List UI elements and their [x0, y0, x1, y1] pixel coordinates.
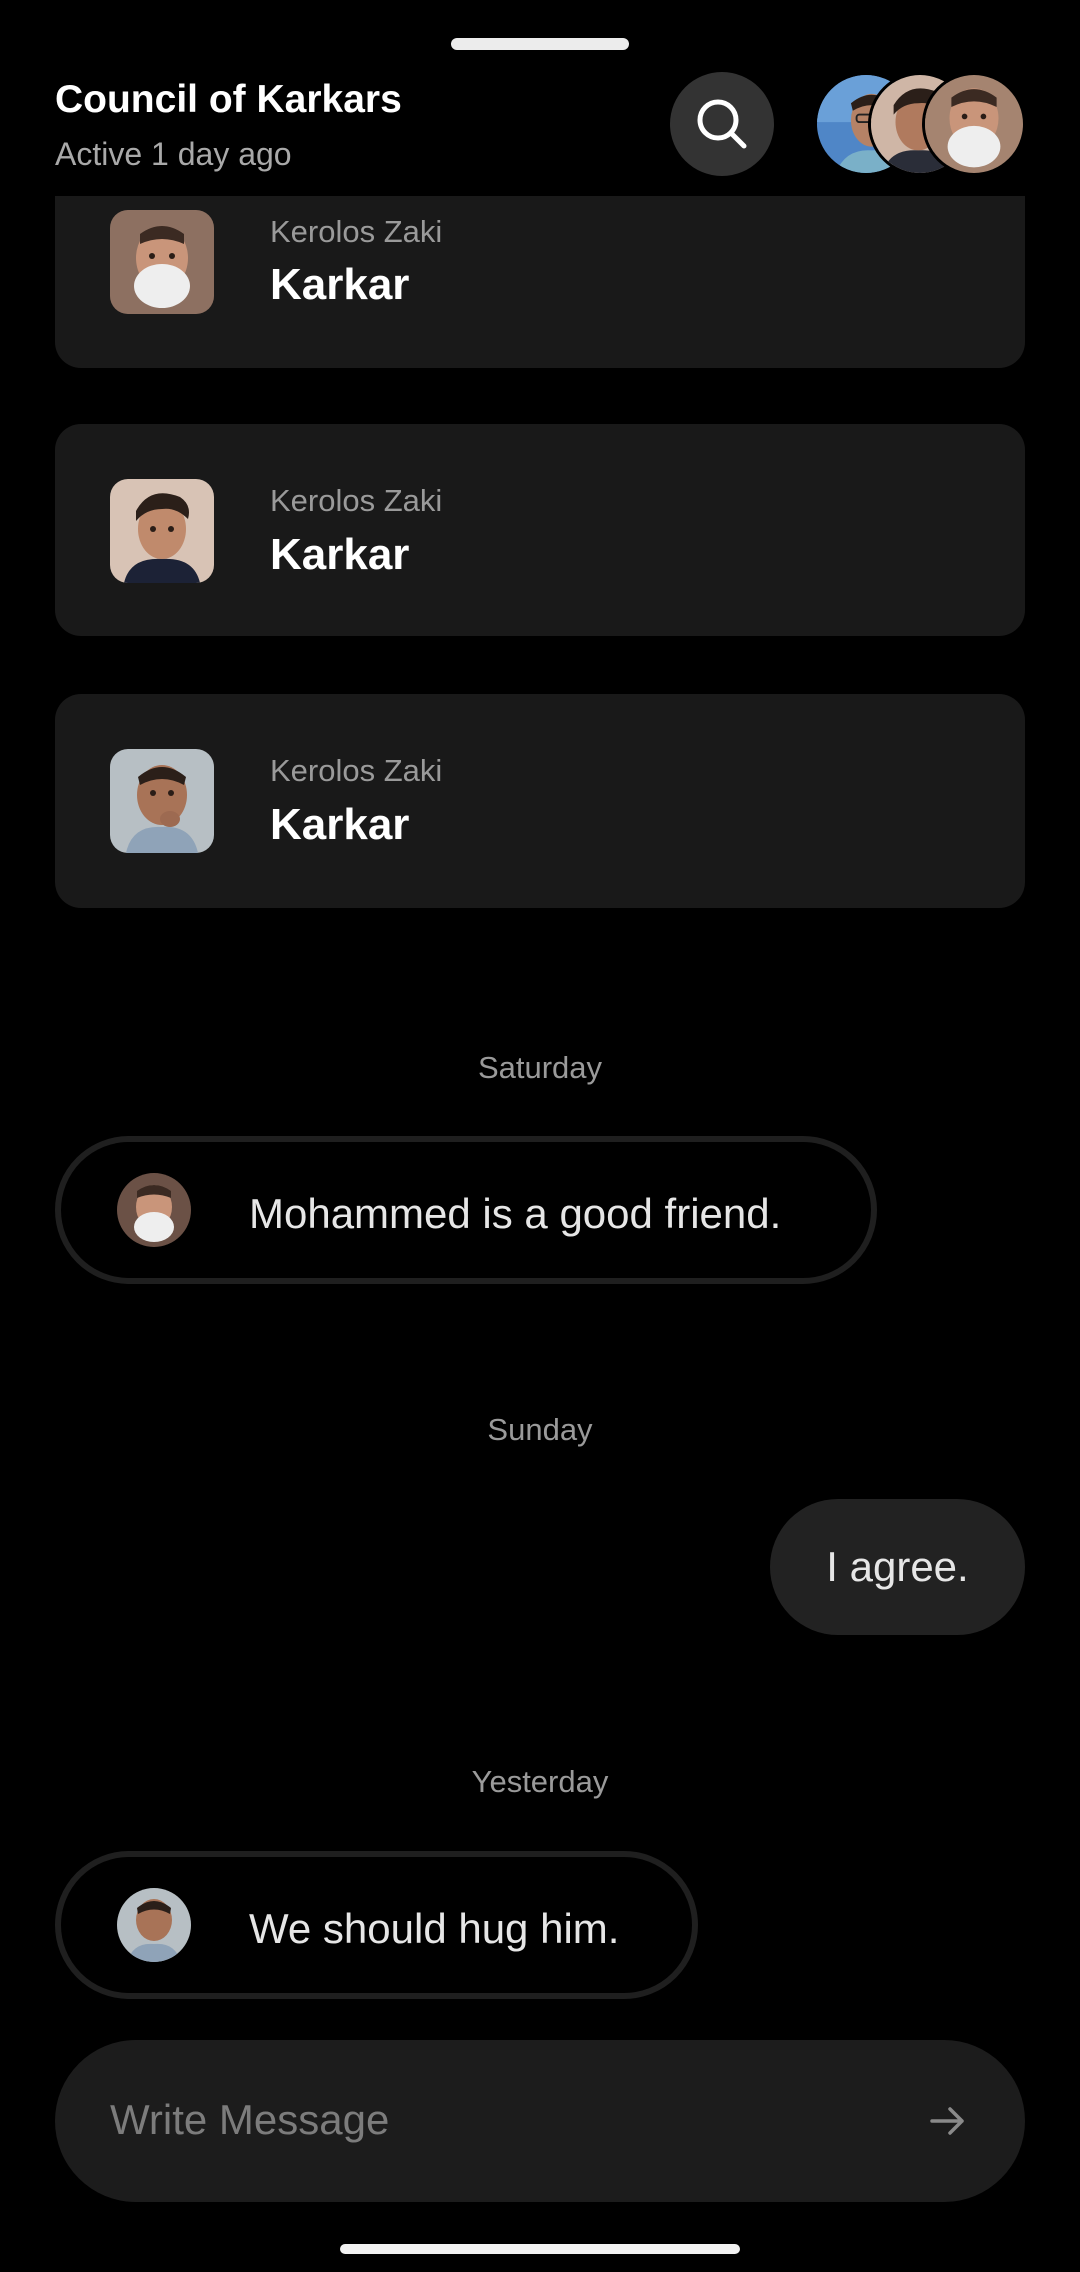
drag-handle[interactable]	[451, 38, 629, 50]
date-separator: Sunday	[487, 1412, 593, 1447]
search-icon	[697, 99, 747, 149]
message-composer	[55, 2040, 1025, 2202]
chat-title: Council of Karkars	[55, 78, 402, 121]
card-title: Karkar	[270, 260, 410, 309]
card-sender: Kerolos Zaki	[270, 214, 443, 249]
home-indicator[interactable]	[340, 2244, 740, 2254]
message-text: I agree.	[826, 1543, 969, 1590]
message-text: We should hug him.	[249, 1905, 620, 1952]
date-separator: Saturday	[477, 1050, 603, 1085]
search-button[interactable]	[670, 72, 774, 176]
contact-card[interactable]: Kerolos Zaki Karkar	[55, 424, 1025, 636]
contact-photo	[110, 210, 214, 314]
chat-screen: Kerolos Zaki Karkar Kerolos Zaki Karkar	[0, 0, 1080, 2272]
contact-photo	[110, 749, 214, 853]
contact-photo	[110, 479, 214, 583]
message-text: Mohammed is a good friend.	[249, 1190, 782, 1237]
card-sender: Kerolos Zaki	[270, 753, 443, 788]
avatar	[922, 72, 1026, 176]
card-title: Karkar	[270, 800, 410, 849]
date-separator: Yesterday	[471, 1764, 609, 1799]
chat-status: Active 1 day ago	[55, 136, 292, 172]
outgoing-message[interactable]: I agree.	[770, 1499, 1025, 1635]
incoming-message[interactable]: Mohammed is a good friend.	[55, 1136, 877, 1284]
message-input[interactable]	[110, 2080, 870, 2160]
group-avatars[interactable]	[814, 72, 1026, 176]
contact-card[interactable]: Kerolos Zaki Karkar	[55, 694, 1025, 908]
card-title: Karkar	[270, 530, 410, 579]
arrow-right-icon	[930, 2107, 964, 2135]
incoming-message[interactable]: We should hug him.	[55, 1851, 698, 1999]
chat-header: Council of Karkars Active 1 day ago	[0, 0, 1080, 196]
card-sender: Kerolos Zaki	[270, 483, 443, 518]
avatar	[117, 1888, 191, 1962]
send-button[interactable]	[917, 2090, 979, 2152]
avatar	[117, 1173, 191, 1247]
